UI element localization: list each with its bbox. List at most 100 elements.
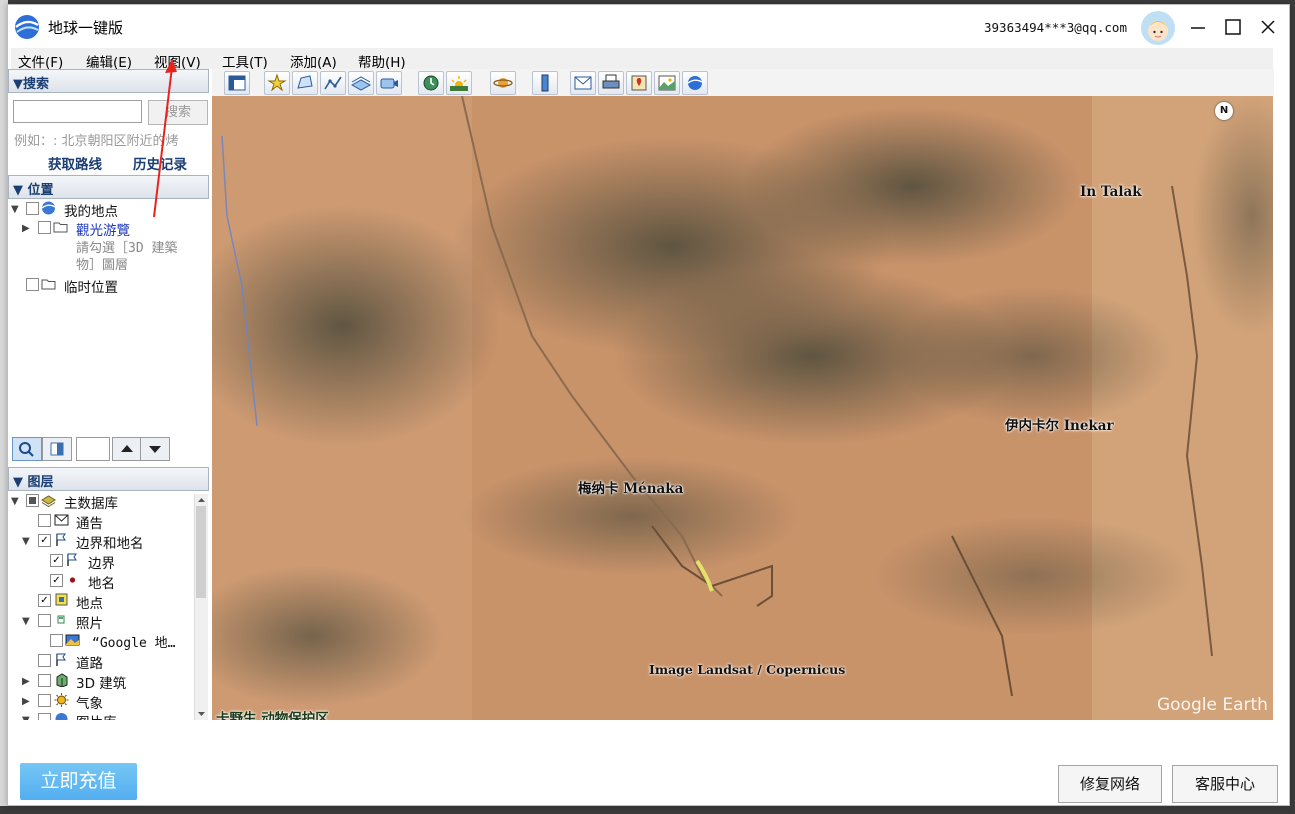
layer-3d-buildings[interactable]: ▶ 3D 建筑	[8, 672, 194, 692]
menu-help[interactable]: 帮助(H)	[358, 51, 406, 71]
get-route-link[interactable]: 获取路线	[48, 153, 102, 173]
layer-photos[interactable]: ▼ 照片	[8, 612, 194, 632]
checkbox[interactable]	[26, 494, 39, 507]
maximize-icon[interactable]	[1221, 15, 1245, 39]
layer-label: 边界	[88, 556, 115, 572]
mail-icon	[574, 76, 592, 90]
search-panel-header[interactable]: ▼搜索	[8, 69, 209, 93]
expand-icon[interactable]: ▼	[22, 616, 30, 627]
layer-label: 气象	[76, 696, 103, 712]
expand-icon[interactable]: ▼	[22, 715, 30, 720]
image-icon	[658, 75, 676, 91]
move-up-button[interactable]	[112, 437, 142, 461]
add-path-button[interactable]	[320, 71, 346, 95]
toolbar	[212, 69, 1274, 96]
checkbox[interactable]: ✓	[50, 574, 63, 587]
expand-icon[interactable]: ▼	[11, 496, 19, 507]
earth-view-button[interactable]	[682, 71, 708, 95]
checkbox[interactable]	[38, 514, 51, 527]
print-button[interactable]	[598, 71, 624, 95]
checkbox[interactable]	[38, 221, 51, 234]
checkbox[interactable]	[26, 202, 39, 215]
layer-borders[interactable]: ✓ 边界	[8, 552, 194, 572]
repair-network-button[interactable]: 修复网络	[1058, 765, 1162, 803]
recharge-button[interactable]: 立即充值	[20, 763, 137, 800]
customer-service-button[interactable]: 客服中心	[1172, 765, 1278, 803]
panel-toggle-button[interactable]	[42, 437, 72, 461]
place-temporary[interactable]: 临时位置	[8, 276, 208, 296]
checkbox[interactable]	[50, 634, 63, 647]
camera-icon	[380, 78, 398, 89]
checkbox[interactable]	[38, 694, 51, 707]
collapsed-icon[interactable]: ▶	[22, 676, 30, 687]
checkbox[interactable]	[26, 278, 39, 291]
annotation-arrow-icon	[153, 59, 177, 218]
place-label: 我的地点	[64, 204, 118, 220]
layer-weather[interactable]: ▶ 气象	[8, 692, 194, 712]
expand-icon[interactable]: ▼	[22, 536, 30, 547]
layer-places[interactable]: ✓ 地点	[8, 592, 194, 612]
checkbox[interactable]	[38, 713, 51, 720]
checkbox[interactable]: ✓	[38, 534, 51, 547]
map-view[interactable]: N In Talak 伊内卡尔 Inekar 梅纳卡 Ménaka 卡野生 动物…	[212, 96, 1273, 720]
collapsed-icon[interactable]: ▶	[22, 223, 30, 234]
add-polygon-button[interactable]	[292, 71, 318, 95]
account-email[interactable]: 39363494***3@qq.com	[984, 20, 1127, 35]
flag-icon	[56, 533, 66, 546]
printer-icon	[602, 74, 620, 89]
layers-scrollbar[interactable]	[194, 494, 208, 720]
expand-icon[interactable]: ▼	[11, 204, 19, 215]
avatar-face-icon	[1148, 21, 1168, 41]
search-panel-title: ▼搜索	[13, 77, 49, 92]
red-dot-icon	[69, 577, 76, 583]
checkbox[interactable]: ✓	[38, 594, 51, 607]
layers-panel-header[interactable]: ▼ 图层	[8, 467, 209, 491]
close-icon[interactable]	[1256, 15, 1280, 39]
nav-blank-field[interactable]	[76, 437, 110, 461]
map-label-in-talak: In Talak	[1080, 184, 1142, 200]
layer-notices[interactable]: 通告	[8, 512, 194, 532]
planets-button[interactable]	[490, 71, 516, 95]
sunlight-button[interactable]	[446, 71, 472, 95]
search-toggle-button[interactable]	[12, 437, 42, 461]
layers-stack-icon	[41, 495, 56, 507]
place-sightseeing[interactable]: ▶ 觀光游覽	[8, 219, 208, 239]
search-input[interactable]	[13, 100, 142, 123]
imagery-credit: Image Landsat / Copernicus	[649, 662, 846, 677]
menu-tools[interactable]: 工具(T)	[222, 51, 268, 71]
layer-roads[interactable]: 道路	[8, 652, 194, 672]
layer-google-photos[interactable]: “Google 地…	[8, 632, 194, 652]
move-down-button[interactable]	[140, 437, 170, 461]
record-tour-button[interactable]	[376, 71, 402, 95]
sun-icon	[54, 693, 69, 707]
checkbox[interactable]: ✓	[50, 554, 63, 567]
places-panel-header[interactable]: ▼ 位置	[8, 175, 209, 199]
layer-gallery[interactable]: ▼ 图片库	[8, 711, 194, 720]
path-icon	[324, 76, 342, 90]
checkbox[interactable]	[38, 614, 51, 627]
layer-borders-labels[interactable]: ▼ ✓ 边界和地名	[8, 532, 194, 552]
add-placemark-button[interactable]	[264, 71, 290, 95]
save-image-button[interactable]	[654, 71, 680, 95]
north-compass[interactable]: N	[1215, 102, 1233, 120]
place-square-icon	[55, 593, 68, 606]
sidebar-toggle-button[interactable]	[224, 71, 250, 95]
ruler-button[interactable]	[532, 71, 558, 95]
checkbox[interactable]	[38, 674, 51, 687]
layer-place-names[interactable]: ✓ 地名	[8, 572, 194, 592]
collapsed-icon[interactable]: ▶	[22, 696, 30, 707]
magnifier-icon	[19, 442, 34, 457]
window-title: 地球一键版	[48, 19, 124, 37]
add-overlay-button[interactable]	[348, 71, 374, 95]
historical-imagery-button[interactable]	[418, 71, 444, 95]
email-button[interactable]	[570, 71, 596, 95]
checkbox[interactable]	[38, 654, 51, 667]
menu-add[interactable]: 添加(A)	[290, 51, 337, 71]
menu-edit[interactable]: 编辑(E)	[86, 51, 132, 71]
menu-file[interactable]: 文件(F)	[18, 51, 63, 71]
minimize-icon[interactable]	[1186, 15, 1210, 39]
view-in-maps-button[interactable]	[626, 71, 652, 95]
place-my-places[interactable]: ▼ 我的地点	[8, 200, 208, 220]
avatar[interactable]	[1141, 11, 1175, 45]
layer-primary-db[interactable]: ▼ 主数据库	[8, 492, 194, 512]
